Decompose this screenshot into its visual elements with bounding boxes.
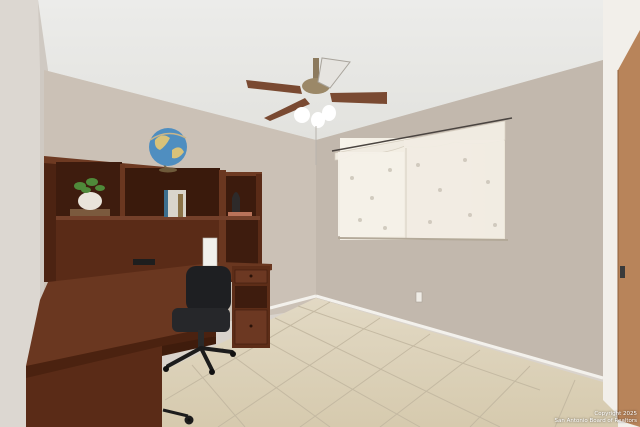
hutch-left-side xyxy=(44,158,56,282)
fan-blade-right xyxy=(330,92,387,104)
drawer-knob-bottom xyxy=(249,324,253,328)
door-panel xyxy=(618,30,640,427)
book-stack xyxy=(70,209,110,216)
hutch-lower-shelf-right xyxy=(226,220,258,264)
wall-outlet xyxy=(415,291,423,303)
curtain-panel-right xyxy=(404,140,504,238)
computer-tower xyxy=(202,237,218,267)
drawer-knob-top xyxy=(249,274,253,278)
globe-stand xyxy=(159,167,177,173)
hutch-shelf-right xyxy=(226,176,258,218)
watermark-line1: Copyright 2025 xyxy=(594,411,637,417)
book-spine-2 xyxy=(178,194,183,217)
book-spine-1 xyxy=(164,190,168,217)
fan-light-1 xyxy=(294,107,310,123)
plant-pot xyxy=(78,192,102,210)
fan-light-3 xyxy=(322,105,336,121)
hutch-shelf-board xyxy=(56,216,260,220)
room-illustration xyxy=(0,0,640,427)
hutch-divider-1 xyxy=(120,164,125,220)
power-strip xyxy=(133,259,155,265)
figurine-base xyxy=(228,212,252,216)
chair-post xyxy=(198,330,204,348)
curtain-panel-left xyxy=(338,152,406,236)
door xyxy=(603,0,640,427)
copyright-watermark: Copyright 2025 San Antonio Board of Real… xyxy=(555,411,637,425)
fan-downrod xyxy=(313,58,319,80)
door-handle xyxy=(620,266,625,278)
chair-seat xyxy=(172,308,230,332)
watermark-line2: San Antonio Board of Realtors xyxy=(554,418,637,424)
chair-back xyxy=(186,266,231,312)
drawer-open-shelf xyxy=(235,286,267,308)
figurine xyxy=(232,192,240,212)
photo-scene: Copyright 2025 San Antonio Board of Real… xyxy=(0,0,640,427)
